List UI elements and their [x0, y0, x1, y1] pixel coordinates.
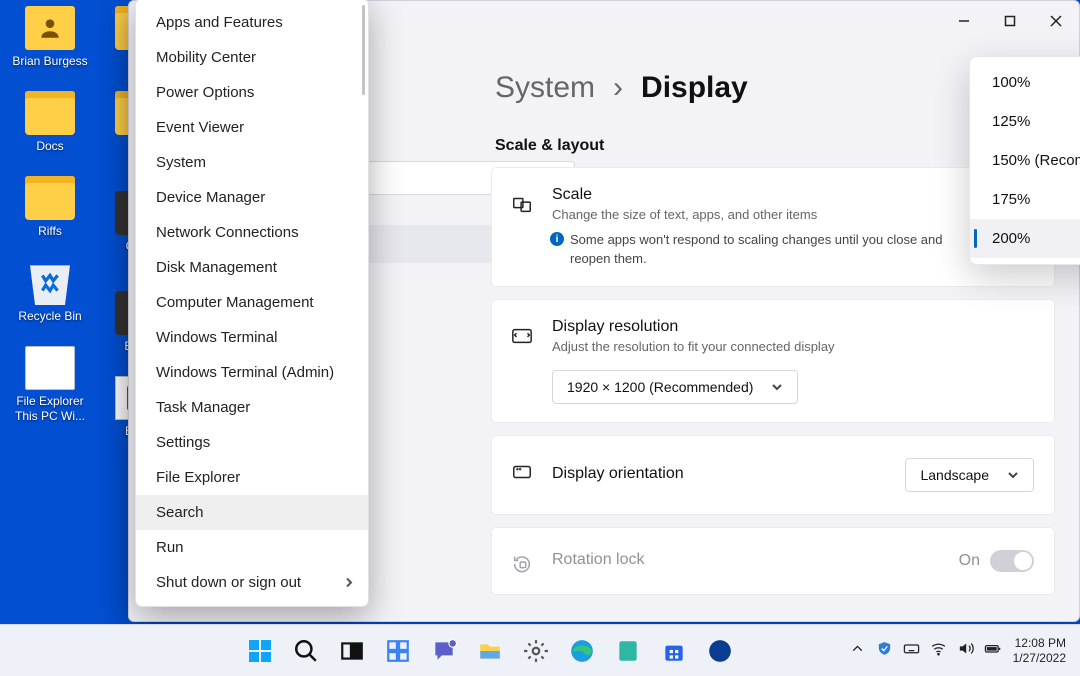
volume-icon[interactable]: [957, 640, 974, 662]
app-taskbar[interactable]: [608, 631, 648, 671]
taskbar-search[interactable]: [286, 631, 326, 671]
scale-dropdown[interactable]: 100% 125% 150% (Recommended) 175% 200%: [969, 56, 1080, 265]
menu-item[interactable]: Settings: [136, 425, 368, 460]
rotation-toggle: On: [959, 550, 1034, 572]
scale-option[interactable]: 100%: [970, 63, 1080, 102]
menu-item[interactable]: Computer Management: [136, 285, 368, 320]
tray-overflow[interactable]: [849, 640, 866, 662]
menu-item[interactable]: Disk Management: [136, 250, 368, 285]
menu-item[interactable]: Mobility Center: [136, 40, 368, 75]
menu-item[interactable]: Device Manager: [136, 180, 368, 215]
task-view[interactable]: [332, 631, 372, 671]
scale-icon: [510, 192, 534, 216]
desktop-icon-user[interactable]: Brian Burgess: [8, 6, 92, 69]
wifi-icon[interactable]: [930, 640, 947, 662]
menu-item[interactable]: System: [136, 145, 368, 180]
menu-item[interactable]: Power Options: [136, 75, 368, 110]
taskbar-center: [240, 631, 740, 671]
folder-icon: [25, 91, 75, 135]
start-button[interactable]: [240, 631, 280, 671]
menu-item[interactable]: File Explorer: [136, 460, 368, 495]
menu-item[interactable]: Apps and Features: [136, 5, 368, 40]
desktop-icon-folder[interactable]: Riffs: [8, 176, 92, 239]
document-icon: [25, 346, 75, 390]
desktop-icon-recycle-bin[interactable]: Recycle Bin: [8, 261, 92, 324]
settings-taskbar[interactable]: [516, 631, 556, 671]
resolution-icon: [510, 324, 534, 348]
toggle-switch: [990, 550, 1034, 572]
file-explorer-taskbar[interactable]: [470, 631, 510, 671]
menu-item[interactable]: Network Connections: [136, 215, 368, 250]
scale-option[interactable]: 125%: [970, 102, 1080, 141]
resolution-select[interactable]: 1920 × 1200 (Recommended): [552, 370, 798, 404]
chevron-down-icon: [1007, 469, 1019, 481]
desktop-label: File Explorer This PC Wi...: [8, 394, 92, 424]
orientation-value: Landscape: [920, 467, 989, 483]
keyboard-icon[interactable]: [903, 640, 920, 662]
rotation-lock-icon: [510, 552, 534, 576]
resolution-desc: Adjust the resolution to fit your connec…: [552, 338, 972, 356]
scale-note: i Some apps won't respond to scaling cha…: [552, 230, 952, 268]
close-button[interactable]: [1033, 1, 1079, 41]
desktop-label: Riffs: [8, 224, 92, 239]
desktop-label: Docs: [8, 139, 92, 154]
taskbar: 12:08 PM 1/27/2022: [0, 624, 1080, 676]
scale-note-text: Some apps won't respond to scaling chang…: [570, 232, 943, 266]
scale-option[interactable]: 175%: [970, 180, 1080, 219]
desktop-icon-page[interactable]: File Explorer This PC Wi...: [8, 346, 92, 424]
store-taskbar[interactable]: [654, 631, 694, 671]
rotation-title: Rotation lock: [552, 551, 645, 569]
chevron-down-icon: [771, 381, 783, 393]
orientation-select[interactable]: Landscape: [905, 458, 1034, 492]
clock-date: 1/27/2022: [1013, 651, 1066, 666]
scale-option-selected[interactable]: 200%: [970, 219, 1080, 258]
desktop-icon-folder[interactable]: Docs: [8, 91, 92, 154]
resolution-card[interactable]: Display resolution Adjust the resolution…: [491, 299, 1055, 423]
menu-item[interactable]: Run: [136, 530, 368, 565]
battery-icon[interactable]: [984, 640, 1001, 662]
chevron-right-icon: [344, 574, 354, 591]
breadcrumb-parent[interactable]: System: [495, 71, 595, 105]
orientation-card[interactable]: Display orientation Landscape: [491, 435, 1055, 515]
menu-item[interactable]: Task Manager: [136, 390, 368, 425]
edge-taskbar[interactable]: [562, 631, 602, 671]
folder-icon: [25, 176, 75, 220]
desktop-label: Brian Burgess: [8, 54, 92, 69]
rotation-state: On: [959, 552, 980, 570]
resolution-title: Display resolution: [552, 318, 1034, 336]
user-icon: [25, 6, 75, 50]
recycle-bin-icon: [25, 261, 75, 305]
chat-button[interactable]: [424, 631, 464, 671]
system-tray: 12:08 PM 1/27/2022: [849, 636, 1080, 666]
info-icon: i: [550, 232, 564, 246]
menu-item[interactable]: Event Viewer: [136, 110, 368, 145]
desktop-label: Recycle Bin: [8, 309, 92, 324]
app-taskbar-2[interactable]: [700, 631, 740, 671]
menu-item-hover[interactable]: Search: [136, 495, 368, 530]
menu-item[interactable]: Windows Terminal (Admin): [136, 355, 368, 390]
breadcrumb-current: Display: [641, 71, 748, 105]
clock-time: 12:08 PM: [1013, 636, 1066, 651]
orientation-icon: [510, 460, 534, 484]
maximize-button[interactable]: [987, 1, 1033, 41]
widgets-button[interactable]: [378, 631, 418, 671]
scale-desc: Change the size of text, apps, and other…: [552, 206, 972, 224]
security-icon[interactable]: [876, 640, 893, 662]
scale-option[interactable]: 150% (Recommended): [970, 141, 1080, 180]
minimize-button[interactable]: [941, 1, 987, 41]
taskbar-clock[interactable]: 12:08 PM 1/27/2022: [1013, 636, 1066, 666]
menu-item-submenu[interactable]: Shut down or sign out: [136, 565, 368, 600]
scale-title: Scale: [552, 186, 1034, 204]
breadcrumb-separator: ›: [613, 71, 623, 105]
winx-menu[interactable]: Apps and Features Mobility Center Power …: [135, 0, 369, 607]
menu-item-label: Shut down or sign out: [156, 574, 301, 591]
menu-item[interactable]: Windows Terminal: [136, 320, 368, 355]
rotation-card: Rotation lock On: [491, 527, 1055, 595]
resolution-value: 1920 × 1200 (Recommended): [567, 379, 753, 395]
orientation-title: Display orientation: [552, 465, 684, 483]
